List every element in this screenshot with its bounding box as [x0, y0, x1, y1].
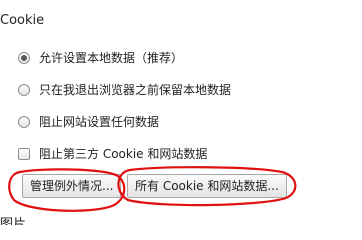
radio-option-block-all[interactable]: 阻止网站设置任何数据	[18, 113, 159, 130]
checkbox[interactable]	[18, 147, 30, 160]
section-title: Cookie	[0, 13, 45, 28]
radio-label-keep-until-exit: 只在我退出浏览器之前保留本地数据	[39, 83, 232, 97]
radio-option-keep-until-exit[interactable]: 只在我退出浏览器之前保留本地数据	[18, 81, 231, 98]
cookie-settings-panel: Cookie 允许设置本地数据（推荐） 只在我退出浏览器之前保留本地数据 阻止网…	[0, 0, 362, 225]
next-section-title: 图片	[0, 217, 27, 225]
radio-label-block-all: 阻止网站设置任何数据	[39, 115, 160, 129]
checkbox-label-block-third-party: 阻止第三方 Cookie 和网站数据	[39, 147, 208, 161]
checkbox-option-block-third-party[interactable]: 阻止第三方 Cookie 和网站数据	[18, 145, 207, 162]
radio-button-selected[interactable]	[18, 51, 30, 64]
radio-button[interactable]	[18, 83, 30, 96]
all-cookies-button[interactable]: 所有 Cookie 和网站数据...	[127, 174, 287, 198]
radio-option-allow-local[interactable]: 允许设置本地数据（推荐）	[18, 49, 183, 66]
radio-button[interactable]	[18, 115, 30, 128]
manage-exceptions-button[interactable]: 管理例外情况...	[22, 174, 122, 198]
radio-label-allow-local: 允许设置本地数据（推荐）	[39, 51, 184, 65]
